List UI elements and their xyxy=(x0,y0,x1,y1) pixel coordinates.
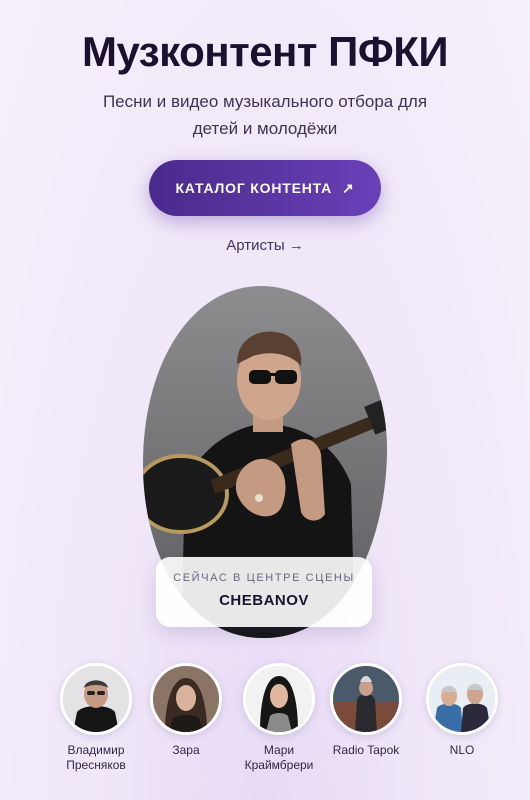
featured-artist-name: CHEBANOV xyxy=(219,592,309,609)
artist-card[interactable]: Зара xyxy=(140,663,232,758)
catalog-button[interactable]: КАТАЛОГ КОНТЕНТА ↗ xyxy=(149,160,381,216)
artist-card[interactable]: NLO xyxy=(416,663,508,758)
avatar xyxy=(330,663,402,735)
avatar xyxy=(150,663,222,735)
artists-link[interactable]: Артисты → xyxy=(0,237,530,254)
avatar xyxy=(60,663,132,735)
catalog-button-label: КАТАЛОГ КОНТЕНТА xyxy=(175,180,333,196)
artist-card[interactable]: Radio Tapok xyxy=(320,663,412,758)
artist-name: Мари Краймбрери xyxy=(244,743,314,772)
artist-card[interactable]: Владимир Пресняков xyxy=(50,663,142,773)
now-on-stage-card[interactable]: СЕЙЧАС В ЦЕНТРЕ СЦЕНЫ CHEBANOV xyxy=(156,557,372,627)
arrow-up-right-icon: ↗ xyxy=(342,179,355,196)
page-subtitle: Песни и видео музыкального отбора для де… xyxy=(102,92,428,138)
avatar xyxy=(243,663,315,735)
artist-card[interactable]: Мари Краймбрери xyxy=(233,663,325,773)
artist-name: Владимир Пресняков xyxy=(66,743,126,772)
page-title: Музконтент ПФКИ xyxy=(81,28,449,75)
artist-name: Зара xyxy=(172,743,200,757)
artist-name: Radio Tapok xyxy=(332,743,400,757)
avatar xyxy=(426,663,498,735)
artists-row: Владимир Пресняков Зара Мари Краймбрери xyxy=(50,663,500,783)
now-on-stage-label: СЕЙЧАС В ЦЕНТРЕ СЦЕНЫ xyxy=(173,572,355,584)
artist-name: NLO xyxy=(449,743,475,757)
